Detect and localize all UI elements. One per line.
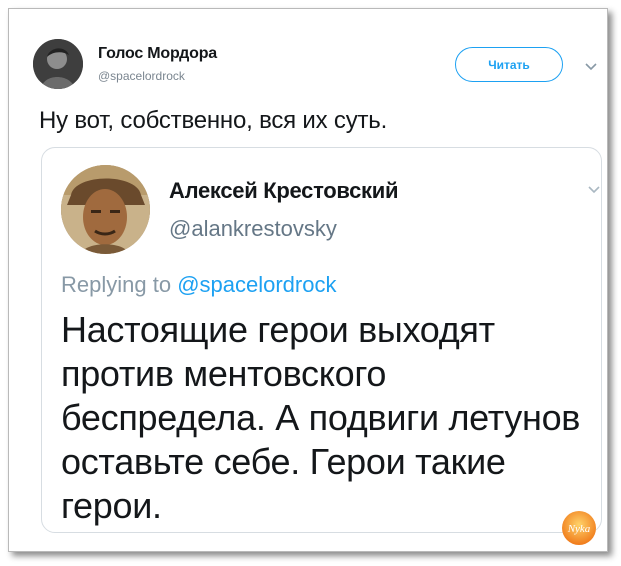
reply-handle-link[interactable]: @spacelordrock	[177, 272, 336, 297]
follow-button[interactable]: Читать	[455, 47, 563, 82]
quoted-tweet[interactable]: Алексей Крестовский @alankrestovsky Repl…	[41, 147, 602, 533]
chevron-down-icon[interactable]	[584, 59, 598, 71]
author-handle[interactable]: @spacelordrock	[98, 69, 185, 83]
replying-to: Replying to @spacelordrock	[61, 272, 336, 298]
quoted-author-name[interactable]: Алексей Крестовский	[169, 178, 398, 204]
quoted-text-line: против ментовского	[61, 353, 387, 394]
quoted-tweet-text: Настоящие герои выходят против ментовско…	[61, 308, 601, 528]
quoted-text-line: Настоящие герои выходят	[61, 309, 495, 350]
author-avatar[interactable]	[33, 39, 83, 89]
author-name[interactable]: Голос Мордора	[98, 45, 217, 63]
quoted-text-line: оставьте себе. Герои такие	[61, 441, 506, 482]
quoted-text-line: герои.	[61, 485, 162, 526]
svg-text:Nyka: Nyka	[567, 523, 591, 535]
quoted-author-avatar[interactable]	[61, 165, 150, 254]
tweet-card: Голос Мордора @spacelordrock Читать Ну в…	[8, 8, 608, 552]
chevron-down-icon[interactable]	[587, 182, 601, 194]
quoted-author-handle[interactable]: @alankrestovsky	[169, 216, 337, 242]
reply-prefix: Replying to	[61, 272, 178, 297]
watermark-logo: Nyka	[559, 508, 599, 548]
tweet-text: Ну вот, собственно, вся их суть.	[39, 107, 388, 134]
quoted-text-line: беспредела. А подвиги летунов	[61, 397, 581, 438]
